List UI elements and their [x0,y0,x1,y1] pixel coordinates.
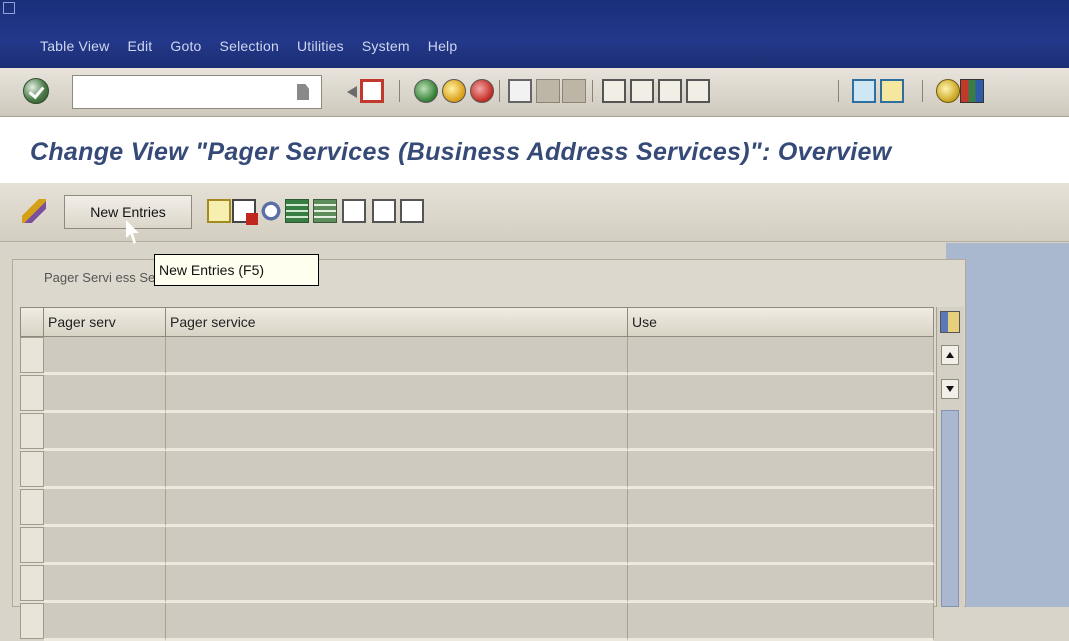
main-menu: Table View Edit Goto Selection Utilities… [40,38,457,54]
cell-pager-serv[interactable] [44,489,166,527]
cancel-icon[interactable] [470,79,494,103]
exit-icon[interactable] [442,79,466,103]
menu-utilities[interactable]: Utilities [297,38,344,54]
table-row [20,527,934,565]
cell-pager-serv[interactable] [44,413,166,451]
menu-system[interactable]: System [362,38,410,54]
toolbar-separator [399,80,400,102]
cell-use[interactable] [628,565,934,603]
row-selector-button[interactable] [20,565,44,601]
menu-selection[interactable]: Selection [220,38,279,54]
print-view-icon[interactable] [400,199,424,223]
table-settings-icon[interactable] [940,311,960,333]
column-header-pager-serv[interactable]: Pager serv [43,307,166,337]
select-block-icon[interactable] [313,199,337,223]
cell-use[interactable] [628,603,934,641]
cell-pager-service[interactable] [166,527,628,565]
menu-table-view[interactable]: Table View [40,38,109,54]
column-header-pager-service[interactable]: Pager service [165,307,628,337]
table-row [20,489,934,527]
cell-pager-service[interactable] [166,489,628,527]
table-row [20,413,934,451]
row-selector-button[interactable] [20,413,44,449]
table-row [20,451,934,489]
copy-as-icon[interactable] [207,199,231,223]
cell-pager-serv[interactable] [44,565,166,603]
next-page-icon[interactable] [658,79,682,103]
scroll-down-button[interactable] [941,379,959,399]
scrollbar-track[interactable] [941,410,959,607]
layout-icon[interactable] [960,79,984,103]
row-selector-button[interactable] [20,527,44,563]
toolbar-separator [922,80,923,102]
display-change-icon[interactable] [22,199,46,223]
select-all-rows-button[interactable] [20,307,44,337]
print-icon[interactable] [508,79,532,103]
menu-goto[interactable]: Goto [170,38,201,54]
deselect-all-icon[interactable] [342,199,366,223]
toolbar-separator [592,80,593,102]
row-selector-button[interactable] [20,337,44,373]
cell-use[interactable] [628,489,934,527]
delete-icon[interactable] [232,199,258,225]
row-selector-button[interactable] [20,375,44,411]
cell-pager-service[interactable] [166,603,628,641]
row-selector-button[interactable] [20,489,44,525]
scroll-up-button[interactable] [941,345,959,365]
cell-pager-service[interactable] [166,565,628,603]
column-header-use[interactable]: Use [627,307,934,337]
cell-pager-serv[interactable] [44,375,166,413]
green-back-icon[interactable] [414,79,438,103]
view-settings-icon[interactable] [372,199,396,223]
menu-edit[interactable]: Edit [127,38,152,54]
help-icon[interactable] [936,79,960,103]
row-selector-button[interactable] [20,603,44,639]
cell-use[interactable] [628,375,934,413]
find-icon[interactable] [536,79,560,103]
last-page-icon[interactable] [686,79,710,103]
row-selector-button[interactable] [20,451,44,487]
first-page-icon[interactable] [602,79,626,103]
undo-change-icon[interactable] [259,199,283,223]
shortcut-icon[interactable] [880,79,904,103]
create-session-icon[interactable] [852,79,876,103]
command-field[interactable] [72,75,322,109]
cell-use[interactable] [628,527,934,565]
cell-pager-serv[interactable] [44,451,166,489]
cell-pager-service[interactable] [166,413,628,451]
table-row [20,375,934,413]
cell-use[interactable] [628,337,934,375]
cell-pager-serv[interactable] [44,603,166,641]
previous-page-icon[interactable] [630,79,654,103]
menu-bar: Table View Edit Goto Selection Utilities… [0,0,1069,68]
cell-use[interactable] [628,413,934,451]
system-menu-icon[interactable] [3,2,15,14]
page-title: Change View "Pager Services (Business Ad… [30,138,892,166]
table-row [20,337,934,375]
table-row [20,565,934,603]
cell-pager-service[interactable] [166,451,628,489]
ok-icon[interactable] [23,78,49,104]
cell-pager-service[interactable] [166,375,628,413]
find-next-icon[interactable] [562,79,586,103]
save-icon[interactable] [360,79,384,103]
toolbar-separator [499,80,500,102]
cell-use[interactable] [628,451,934,489]
select-all-icon[interactable] [285,199,309,223]
menu-help[interactable]: Help [428,38,458,54]
toolbar-separator [838,80,839,102]
table-row [20,603,934,641]
cell-pager-serv[interactable] [44,337,166,375]
cell-pager-serv[interactable] [44,527,166,565]
tooltip: New Entries (F5) [154,254,319,286]
cell-pager-service[interactable] [166,337,628,375]
